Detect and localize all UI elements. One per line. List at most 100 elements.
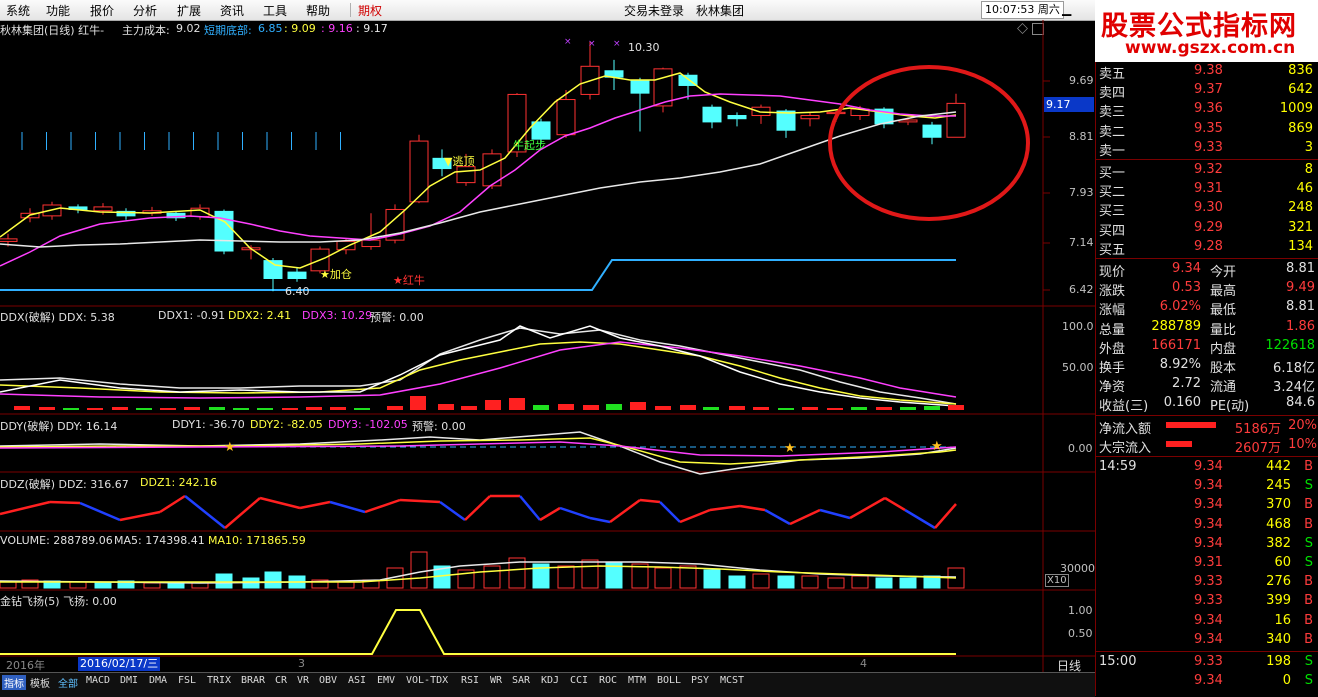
ddx-bar xyxy=(703,407,719,410)
volume-bar xyxy=(899,577,917,589)
buy-level-label: 买三 xyxy=(1099,204,1126,220)
tick-row[interactable]: 9.34 245 S xyxy=(1096,477,1318,496)
price-axis-label: 6.42 xyxy=(1069,283,1094,296)
indicator-tab-mcst[interactable]: MCST xyxy=(720,675,744,686)
price-axis-label: 9.69 xyxy=(1069,74,1094,87)
indicator-tab-rsi[interactable]: RSI xyxy=(461,675,479,686)
indicator-tab-psy[interactable]: PSY xyxy=(691,675,709,686)
indicator-tab-brar[interactable]: BRAR xyxy=(241,675,265,686)
indicator-tab-dmi[interactable]: DMI xyxy=(120,675,138,686)
volume-bar xyxy=(631,563,649,589)
tick-row[interactable]: 15:00 9.33 198 S xyxy=(1096,653,1318,672)
ddy-line-white xyxy=(0,431,957,475)
stat-label: 现价 xyxy=(1099,265,1126,280)
indicator-tab-kdj[interactable]: KDJ xyxy=(541,675,559,686)
volume-ma5: MA5: 174398.41 xyxy=(114,534,205,547)
stat-label: 最低 xyxy=(1210,303,1237,319)
indicator-tab-dma[interactable]: DMA xyxy=(149,675,167,686)
indicator-tab-obv[interactable]: OBV xyxy=(319,675,337,686)
candle-body xyxy=(702,106,722,123)
red-bull-mark: ★红牛 xyxy=(393,274,425,287)
stat-row[interactable]: 涨幅 6.02% 最低 8.81 xyxy=(1096,298,1318,319)
indicator-tab-vr[interactable]: VR xyxy=(297,675,309,686)
indicator-tab-cci[interactable]: CCI xyxy=(570,675,588,686)
volume-bar xyxy=(851,575,869,589)
buy-level-row[interactable]: 买二 9.31 46 xyxy=(1096,180,1318,200)
kline-chart[interactable]: × × × ★ ★ ★ xyxy=(0,0,1095,672)
buy-level-row[interactable]: 买五 9.28 134 xyxy=(1096,238,1318,258)
sell-level-row[interactable]: 卖三 9.36 1009 xyxy=(1096,100,1318,120)
indicator-tab-vol-tdx[interactable]: VOL-TDX xyxy=(406,675,448,686)
buy-level-row[interactable]: 买四 9.29 321 xyxy=(1096,219,1318,239)
buy-level-row[interactable]: 买一 9.32 8 xyxy=(1096,161,1318,181)
flow-row[interactable]: 大宗流入 2607万 10% xyxy=(1096,436,1318,456)
stat-label: 今开 xyxy=(1210,265,1237,280)
indicator-tab-指标[interactable]: 指标 xyxy=(2,675,26,690)
indicator-tab-wr[interactable]: WR xyxy=(490,675,502,686)
ddx-warn: 预警: 0.00 xyxy=(370,311,424,324)
tick-row[interactable]: 14:59 9.34 442 B xyxy=(1096,458,1318,477)
indicator-tab-roc[interactable]: ROC xyxy=(599,675,617,686)
indicator-tab-cr[interactable]: CR xyxy=(275,675,287,686)
flow-label: 大宗流入 xyxy=(1099,440,1152,456)
indicator-tab-fsl[interactable]: FSL xyxy=(178,675,196,686)
top-x-mark: × xyxy=(564,37,572,47)
tick-row[interactable]: 9.33 276 B xyxy=(1096,573,1318,592)
buy-level-row[interactable]: 买三 9.30 248 xyxy=(1096,199,1318,220)
stat-label: 净资 xyxy=(1099,380,1126,396)
tick-side: B xyxy=(1304,574,1313,590)
banner-url: www.gszx.com.cn xyxy=(1125,38,1296,58)
stat-row[interactable]: 现价 9.34 今开 8.81 xyxy=(1096,260,1318,280)
indicator-tab-asi[interactable]: ASI xyxy=(348,675,366,686)
ddy-star-mark: ★ xyxy=(784,441,796,456)
candle-body xyxy=(556,99,576,136)
tick-row[interactable]: 9.31 60 S xyxy=(1096,554,1318,573)
ddz-line-segment xyxy=(659,501,681,523)
tick-row[interactable]: 9.34 468 B xyxy=(1096,516,1318,535)
sell-level-row[interactable]: 卖二 9.35 869 xyxy=(1096,120,1318,140)
ddz-line-segment xyxy=(299,500,331,510)
tick-price: 9.33 xyxy=(1194,593,1223,609)
ddx-axis-label: 100.0 xyxy=(1062,320,1094,333)
ddx-bar xyxy=(729,406,745,410)
tick-side: B xyxy=(1304,516,1313,532)
volume-unit[interactable]: X10 xyxy=(1045,574,1069,587)
tick-row[interactable]: 9.34 0 S xyxy=(1096,672,1318,691)
ddx-header: DDX(破解) DDX: 5.38 xyxy=(0,311,115,324)
stat-row[interactable]: 涨跌 0.53 最高 9.49 xyxy=(1096,279,1318,299)
indicator-tab-trix[interactable]: TRIX xyxy=(207,675,231,686)
flow-percent: 20% xyxy=(1288,417,1317,433)
sell-level-row[interactable]: 卖五 9.38 836 xyxy=(1096,62,1318,82)
date-cursor-label: 2016/02/17/三 xyxy=(78,657,161,671)
stat-row[interactable]: 收益(三) 0.160 PE(动) 84.6 xyxy=(1096,394,1318,414)
volume-bar xyxy=(215,573,233,589)
ddx-bar xyxy=(387,406,403,410)
sell-level-row[interactable]: 卖四 9.37 642 xyxy=(1096,81,1318,101)
tick-row[interactable]: 9.33 399 B xyxy=(1096,592,1318,611)
sell-level-row[interactable]: 卖一 9.33 3 xyxy=(1096,139,1318,159)
indicator-tab-macd[interactable]: MACD xyxy=(86,675,110,686)
ddz-line-segment xyxy=(364,498,401,514)
ddx-bar xyxy=(778,408,794,410)
ddy-warn: 预警: 0.00 xyxy=(412,420,466,433)
indicator-tab-emv[interactable]: EMV xyxy=(377,675,395,686)
ddx-bar xyxy=(257,408,273,410)
indicator-tab-模板[interactable]: 模板 xyxy=(30,675,50,690)
stat-row[interactable]: 换手 8.92% 股本 6.18亿 xyxy=(1096,356,1318,376)
tick-row[interactable]: 9.34 340 B xyxy=(1096,631,1318,650)
tick-row[interactable]: 9.34 382 S xyxy=(1096,535,1318,554)
tick-row[interactable]: 9.34 370 B xyxy=(1096,496,1318,515)
tick-time: 14:59 xyxy=(1099,459,1137,474)
ddz-line-segment xyxy=(464,495,491,521)
indicator-tab-sar[interactable]: SAR xyxy=(512,675,530,686)
tick-row[interactable]: 9.34 16 B xyxy=(1096,612,1318,631)
stat-row[interactable]: 总量 288789 量比 1.86 xyxy=(1096,318,1318,338)
indicator-tab-mtm[interactable]: MTM xyxy=(628,675,646,686)
indicator-tab-全部[interactable]: 全部 xyxy=(58,675,78,690)
ddy-star-mark: ★ xyxy=(931,439,943,454)
stat-row[interactable]: 外盘 166171 内盘 122618 xyxy=(1096,337,1318,357)
stat-row[interactable]: 净资 2.72 流通 3.24亿 xyxy=(1096,375,1318,396)
quote-panel: 卖五 9.38 836 卖四 9.37 642 卖三 9.36 1009 卖二 9.35 869 卖一 9… xyxy=(1095,62,1318,696)
ddy-line-magenta xyxy=(0,441,957,457)
indicator-tab-boll[interactable]: BOLL xyxy=(657,675,681,686)
